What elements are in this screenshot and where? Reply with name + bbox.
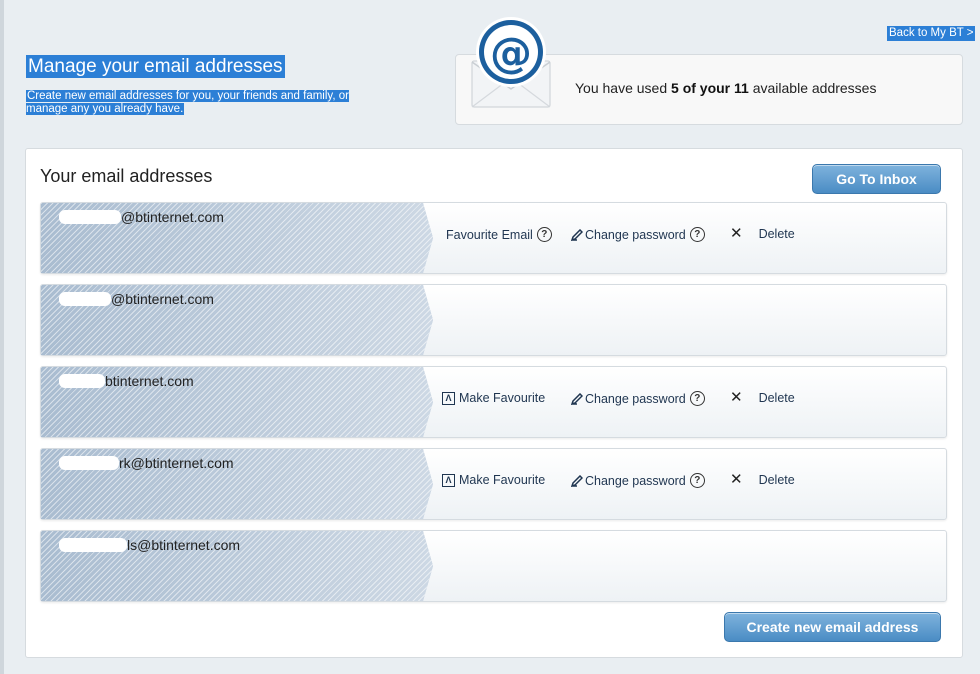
delete-text: Delete [758,391,795,405]
email-row: rk@btinternet.com Λ Make Favourite Change… [40,448,947,520]
page-edge [0,0,4,674]
email-address: rk@btinternet.com [59,455,234,471]
email-envelope-icon: @ [471,17,551,108]
change-password-link[interactable]: Change password? [571,473,705,488]
make-favourite-link[interactable]: Λ Make Favourite [442,473,545,487]
email-address: @btinternet.com [59,209,224,225]
page-title: Manage your email addresses [26,55,285,78]
pen-icon [571,474,583,487]
help-icon[interactable]: ? [689,391,705,406]
email-row: btinternet.com Λ Make Favourite Change pa… [40,366,947,438]
email-address: ls@btinternet.com [59,537,240,553]
page-subtitle-text: Create new email addresses for you, your… [26,90,349,115]
favourite-email-label: Favourite Email? [446,227,552,242]
email-address: btinternet.com [59,373,194,389]
page-subtitle: Create new email addresses for you, your… [26,90,386,116]
change-password-link[interactable]: Change password? [571,391,705,406]
email-address-text: ls@btinternet.com [127,537,241,553]
back-to-mybt-link[interactable]: Back to My BT > [887,26,976,41]
go-to-inbox-button[interactable]: Go To Inbox [812,164,941,194]
favourite-icon: Λ [442,473,455,487]
usage-suffix: available addresses [748,80,877,96]
redacted-mask [59,456,119,470]
redacted-mask [59,538,127,552]
email-address-text: rk@btinternet.com [119,455,234,471]
email-address: @btinternet.com [59,291,214,307]
email-address-text: @btinternet.com [121,209,224,225]
pen-icon [571,228,583,241]
help-icon[interactable]: ? [689,227,705,242]
redacted-mask [59,292,111,306]
change-password-text: Change password [585,473,686,488]
usage-text: You have used 5 of your 11 available add… [575,80,876,96]
favourite-icon: Λ [442,391,455,405]
panel-title: Your email addresses [40,166,213,186]
close-icon: ✕ [730,225,743,242]
email-address-text: btinternet.com [105,373,194,389]
email-row: @btinternet.com [40,284,947,356]
redacted-mask [59,374,105,388]
usage-prefix: You have used [575,80,672,96]
email-address-text: @btinternet.com [111,291,214,307]
delete-text: Delete [758,227,795,241]
delete-link[interactable]: ✕ Delete [730,225,795,242]
usage-count: 5 of your 11 [671,80,749,96]
make-favourite-link[interactable]: Λ Make Favourite [442,391,545,405]
change-password-link[interactable]: Change password? [571,227,705,242]
make-favourite-text: Make Favourite [459,473,546,487]
change-password-text: Change password [585,227,686,242]
change-password-text: Change password [585,391,686,406]
close-icon: ✕ [730,471,743,488]
help-icon[interactable]: ? [536,227,552,242]
email-row: ls@btinternet.com [40,530,947,602]
help-icon[interactable]: ? [689,473,705,488]
email-row: @btinternet.com Favourite Email? Change … [40,202,947,274]
redacted-mask [59,210,121,224]
create-email-address-button[interactable]: Create new email address [724,612,941,642]
delete-link[interactable]: ✕ Delete [730,389,795,406]
delete-link[interactable]: ✕ Delete [730,471,795,488]
make-favourite-text: Make Favourite [459,391,546,405]
svg-text:@: @ [490,28,532,77]
delete-text: Delete [758,473,795,487]
favourite-email-text: Favourite Email [446,227,533,242]
close-icon: ✕ [730,389,743,406]
pen-icon [571,392,583,405]
